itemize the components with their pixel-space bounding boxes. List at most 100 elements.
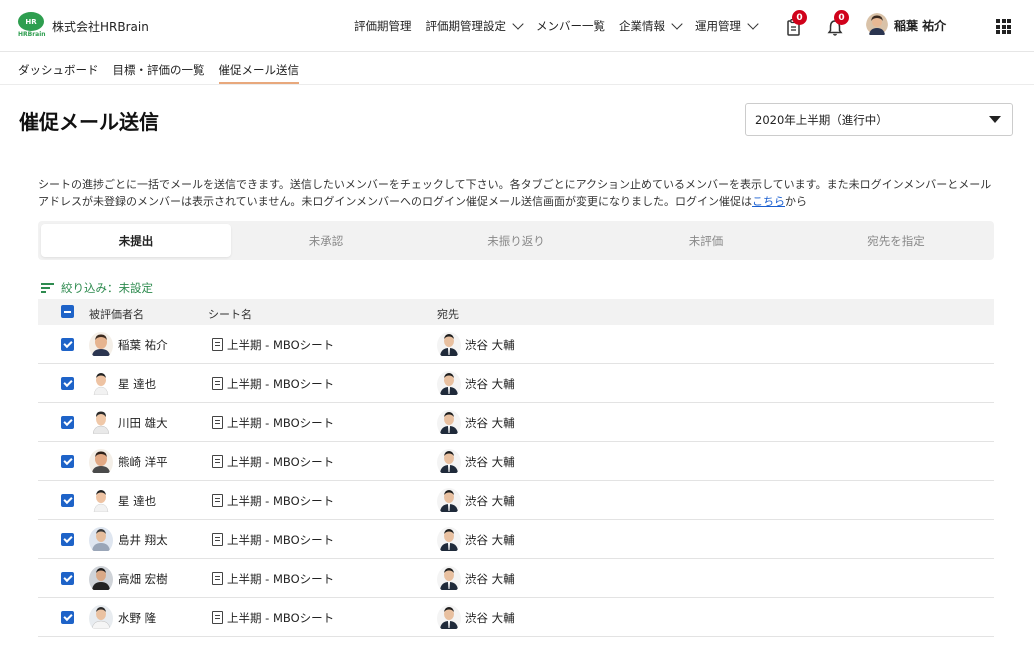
row-checkbox[interactable]	[61, 416, 74, 429]
avatar	[89, 488, 113, 515]
tab-not-approved[interactable]: 未承認	[231, 224, 421, 257]
document-icon	[212, 455, 223, 468]
page-description: シートの進捗ごとに一括でメールを送信できます。送信したいメンバーをチェックして下…	[38, 176, 998, 210]
evaluatee-name: 星 達也	[118, 494, 157, 508]
user-name: 稲葉 祐介	[894, 19, 947, 33]
avatar	[89, 566, 113, 593]
table-row: 稲葉 祐介 上半期 - MBOシート 渋谷 大輔	[38, 325, 994, 364]
table-row: 高畑 宏樹 上半期 - MBOシート 渋谷 大輔	[38, 559, 994, 598]
nav-item-evaluation-settings[interactable]: 評価期管理設定	[425, 17, 524, 34]
row-checkbox[interactable]	[61, 338, 74, 351]
row-checkbox[interactable]	[61, 611, 74, 624]
avatar	[437, 410, 461, 437]
avatar	[437, 332, 461, 359]
notifications-badge: 0	[834, 10, 849, 25]
hrbrain-logo[interactable]: HR HRBrain	[18, 12, 46, 40]
evaluatee-name: 星 達也	[118, 377, 157, 391]
select-all-checkbox[interactable]	[61, 305, 74, 318]
avatar	[89, 605, 113, 632]
avatar	[437, 527, 461, 554]
avatar	[437, 605, 461, 632]
tab-specify-recipient[interactable]: 宛先を指定	[801, 224, 991, 257]
recipient-name: 渋谷 大輔	[465, 377, 515, 391]
table-row: 川田 雄大 上半期 - MBOシート 渋谷 大輔	[38, 403, 994, 442]
filter-button[interactable]: 絞り込み：未設定	[41, 280, 153, 296]
chevron-down-icon	[512, 17, 524, 30]
login-reminder-link[interactable]: こちら	[752, 195, 785, 208]
document-icon	[212, 494, 223, 507]
recipient-name: 渋谷 大輔	[465, 611, 515, 625]
sheet-name[interactable]: 上半期 - MBOシート	[227, 532, 334, 548]
chevron-down-icon	[671, 17, 683, 30]
avatar	[89, 527, 113, 554]
tab-not-reflected[interactable]: 未振り返り	[421, 224, 611, 257]
description-tail: から	[785, 195, 808, 208]
breadcrumb-reminder-mail[interactable]: 催促メール送信	[218, 62, 299, 84]
table-row: 熊崎 洋平 上半期 - MBOシート 渋谷 大輔	[38, 442, 994, 481]
period-select-value: 2020年上半期（進行中）	[755, 112, 888, 127]
table-header: 被評価者名 シート名 宛先	[38, 299, 994, 325]
table-row: 水野 隆 上半期 - MBOシート 渋谷 大輔	[38, 598, 994, 637]
logo-subtext: HRBrain	[18, 31, 46, 38]
evaluatee-name: 高畑 宏樹	[118, 572, 168, 586]
nav-item-members[interactable]: メンバー一覧	[536, 18, 605, 34]
nav-item-company-info[interactable]: 企業情報	[619, 17, 683, 34]
table-row: 星 達也 上半期 - MBOシート 渋谷 大輔	[38, 481, 994, 520]
period-select[interactable]: 2020年上半期（進行中）	[745, 103, 1013, 136]
nav-label: 評価期管理設定	[425, 19, 507, 33]
row-checkbox[interactable]	[61, 455, 74, 468]
nav-label: メンバー一覧	[536, 19, 605, 33]
recipient-name: 渋谷 大輔	[465, 494, 515, 508]
evaluatee-name: 川田 雄大	[118, 416, 168, 430]
row-checkbox[interactable]	[61, 572, 74, 585]
logo-mark: HR	[18, 12, 44, 31]
avatar	[866, 13, 888, 38]
sheet-name[interactable]: 上半期 - MBOシート	[227, 415, 334, 431]
breadcrumb-dashboard[interactable]: ダッシュボード	[18, 62, 99, 84]
sheet-name[interactable]: 上半期 - MBOシート	[227, 493, 334, 509]
user-menu[interactable]: 稲葉 祐介	[866, 13, 946, 38]
nav-item-operations[interactable]: 運用管理	[695, 17, 759, 34]
avatar	[89, 371, 113, 398]
status-tabs: 未提出 未承認 未振り返り 未評価 宛先を指定	[38, 221, 994, 260]
column-header-sheet[interactable]: シート名	[208, 306, 252, 322]
evaluatee-name: 稲葉 祐介	[118, 338, 168, 352]
sheet-name[interactable]: 上半期 - MBOシート	[227, 454, 334, 470]
avatar	[89, 332, 113, 359]
recipient-name: 渋谷 大輔	[465, 338, 515, 352]
avatar	[437, 566, 461, 593]
table-row: 星 達也 上半期 - MBOシート 渋谷 大輔	[38, 364, 994, 403]
nav-item-evaluation-periods[interactable]: 評価期管理	[354, 18, 412, 34]
row-checkbox[interactable]	[61, 377, 74, 390]
tasks-button[interactable]: 0	[784, 10, 807, 38]
tab-not-evaluated[interactable]: 未評価	[611, 224, 801, 257]
evaluatee-name: 島井 翔太	[118, 533, 168, 547]
evaluatee-name: 熊崎 洋平	[118, 455, 168, 469]
filter-icon	[41, 283, 54, 293]
row-checkbox[interactable]	[61, 533, 74, 546]
column-header-recipient[interactable]: 宛先	[437, 306, 459, 322]
breadcrumb: ダッシュボード 目標・評価の一覧 催促メール送信	[18, 62, 313, 84]
app-grid-icon[interactable]	[996, 19, 1011, 34]
nav-label: 企業情報	[619, 19, 665, 33]
filter-label: 絞り込み：未設定	[61, 281, 153, 295]
row-checkbox[interactable]	[61, 494, 74, 507]
tab-not-submitted[interactable]: 未提出	[41, 224, 231, 257]
top-header: HR HRBrain 株式会社HRBrain 評価期管理 評価期管理設定 メンバ…	[0, 0, 1034, 52]
avatar	[89, 449, 113, 476]
breadcrumb-goals-list[interactable]: 目標・評価の一覧	[113, 62, 205, 84]
avatar	[437, 488, 461, 515]
column-header-name[interactable]: 被評価者名	[89, 306, 144, 322]
tasks-badge: 0	[792, 10, 807, 25]
document-icon	[212, 611, 223, 624]
sheet-name[interactable]: 上半期 - MBOシート	[227, 376, 334, 392]
sheet-name[interactable]: 上半期 - MBOシート	[227, 571, 334, 587]
recipient-name: 渋谷 大輔	[465, 572, 515, 586]
notifications-button[interactable]: 0	[826, 10, 849, 38]
nav-label: 運用管理	[695, 19, 741, 33]
avatar	[437, 371, 461, 398]
sheet-name[interactable]: 上半期 - MBOシート	[227, 610, 334, 626]
sheet-name[interactable]: 上半期 - MBOシート	[227, 337, 334, 353]
breadcrumb-divider	[0, 84, 1034, 85]
description-text: シートの進捗ごとに一括でメールを送信できます。送信したいメンバーをチェックして下…	[38, 178, 992, 208]
